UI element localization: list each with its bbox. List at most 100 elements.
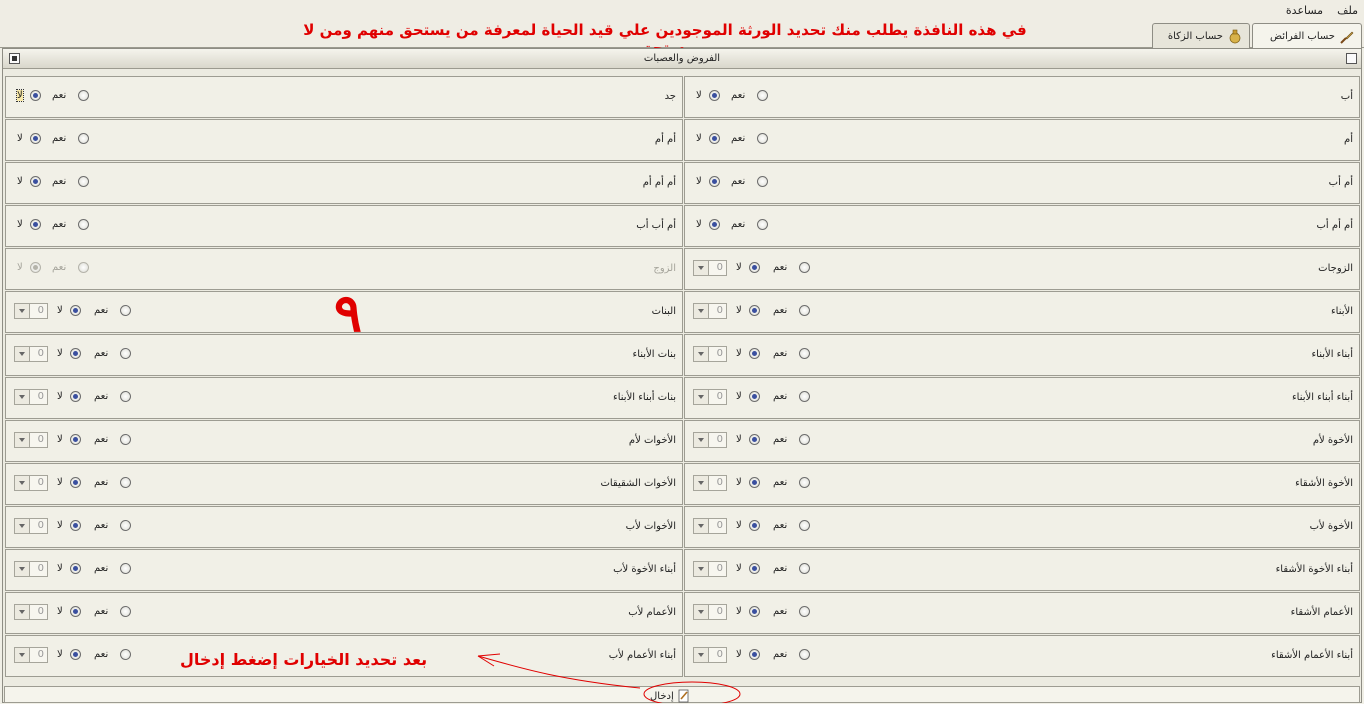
no-radio[interactable]: [749, 606, 760, 617]
count-dropdown[interactable]: 0: [693, 389, 727, 405]
yes-radio[interactable]: [120, 391, 131, 402]
no-radio[interactable]: [30, 262, 41, 273]
no-radio[interactable]: [70, 434, 81, 445]
count-dropdown[interactable]: 0: [693, 432, 727, 448]
no-radio[interactable]: [30, 133, 41, 144]
no-radio[interactable]: [70, 520, 81, 531]
chevron-down-icon: [15, 304, 30, 318]
yes-radio[interactable]: [78, 133, 89, 144]
yes-radio[interactable]: [120, 649, 131, 660]
no-radio[interactable]: [709, 90, 720, 101]
no-radio[interactable]: [30, 219, 41, 230]
yes-radio[interactable]: [78, 262, 89, 273]
no-radio[interactable]: [749, 477, 760, 488]
no-radio[interactable]: [749, 391, 760, 402]
yes-radio[interactable]: [757, 90, 768, 101]
count-dropdown[interactable]: 0: [693, 647, 727, 663]
restore-button[interactable]: [9, 53, 20, 64]
panel-title: الفروض والعصبات: [643, 53, 721, 64]
no-radio[interactable]: [749, 434, 760, 445]
count-dropdown[interactable]: 0: [14, 303, 48, 319]
yes-label: نعم: [773, 305, 788, 316]
yes-radio[interactable]: [120, 520, 131, 531]
no-radio[interactable]: [749, 649, 760, 660]
no-radio[interactable]: [709, 133, 720, 144]
menu-file[interactable]: ملف: [1337, 4, 1358, 17]
no-radio[interactable]: [749, 348, 760, 359]
yes-radio[interactable]: [799, 262, 810, 273]
brush-icon: [1340, 31, 1354, 44]
no-radio[interactable]: [709, 176, 720, 187]
no-radio[interactable]: [749, 520, 760, 531]
heir-row: أبناء الأعمام الأشقاء 0 لا نعم: [684, 635, 1360, 677]
yes-radio[interactable]: [757, 176, 768, 187]
yes-radio[interactable]: [799, 606, 810, 617]
heir-row: الأخوات لأب 0 لا نعم: [5, 506, 683, 548]
count-dropdown[interactable]: 0: [14, 561, 48, 577]
yes-radio[interactable]: [78, 90, 89, 101]
no-radio[interactable]: [30, 176, 41, 187]
heir-row: الأخوة الأشقاء 0 لا نعم: [684, 463, 1360, 505]
yes-radio[interactable]: [799, 391, 810, 402]
yes-radio[interactable]: [120, 477, 131, 488]
count-value: 0: [37, 606, 44, 617]
maximize-button[interactable]: [1346, 53, 1357, 64]
count-dropdown[interactable]: 0: [14, 346, 48, 362]
count-dropdown[interactable]: 0: [14, 604, 48, 620]
heir-label: أم أم: [654, 134, 676, 145]
yes-radio[interactable]: [757, 219, 768, 230]
count-dropdown[interactable]: 0: [693, 561, 727, 577]
yes-radio[interactable]: [799, 434, 810, 445]
no-radio[interactable]: [70, 649, 81, 660]
count-dropdown[interactable]: 0: [14, 647, 48, 663]
no-radio[interactable]: [70, 348, 81, 359]
count-dropdown[interactable]: 0: [14, 432, 48, 448]
no-radio[interactable]: [709, 219, 720, 230]
count-dropdown[interactable]: 0: [693, 303, 727, 319]
count-dropdown[interactable]: 0: [14, 475, 48, 491]
no-radio[interactable]: [70, 477, 81, 488]
no-radio[interactable]: [70, 606, 81, 617]
yes-radio[interactable]: [120, 434, 131, 445]
menu-help[interactable]: مساعدة: [1286, 4, 1323, 17]
tab-inheritance[interactable]: حساب الفرائض: [1252, 23, 1362, 49]
no-radio[interactable]: [70, 563, 81, 574]
yes-radio[interactable]: [78, 219, 89, 230]
heir-row: جد لا نعم: [5, 76, 683, 118]
submit-button[interactable]: إدخال: [646, 688, 695, 704]
no-radio[interactable]: [70, 391, 81, 402]
submit-label: إدخال: [650, 690, 674, 702]
heir-row: الأخوات لأم 0 لا نعم: [5, 420, 683, 462]
count-dropdown[interactable]: 0: [14, 518, 48, 534]
heir-label: الأخوات لأم: [628, 435, 676, 446]
count-dropdown[interactable]: 0: [693, 518, 727, 534]
count-dropdown[interactable]: 0: [693, 604, 727, 620]
yes-radio[interactable]: [120, 606, 131, 617]
no-radio[interactable]: [749, 563, 760, 574]
count-dropdown[interactable]: 0: [693, 260, 727, 276]
yes-radio[interactable]: [799, 348, 810, 359]
yes-label: نعم: [773, 520, 788, 531]
yes-radio[interactable]: [757, 133, 768, 144]
no-radio[interactable]: [70, 305, 81, 316]
yes-radio[interactable]: [120, 348, 131, 359]
yes-radio[interactable]: [799, 563, 810, 574]
heir-row: بنات أبناء الأبناء 0 لا نعم: [5, 377, 683, 419]
panel-title-bar: الفروض والعصبات: [3, 49, 1361, 69]
no-label: لا: [57, 563, 63, 574]
yes-radio[interactable]: [799, 649, 810, 660]
count-dropdown[interactable]: 0: [693, 346, 727, 362]
no-radio[interactable]: [749, 262, 760, 273]
no-radio[interactable]: [30, 90, 41, 101]
no-radio[interactable]: [749, 305, 760, 316]
yes-radio[interactable]: [78, 176, 89, 187]
count-dropdown[interactable]: 0: [693, 475, 727, 491]
yes-radio[interactable]: [120, 305, 131, 316]
yes-radio[interactable]: [799, 477, 810, 488]
count-value: 0: [716, 305, 723, 316]
count-dropdown[interactable]: 0: [14, 389, 48, 405]
yes-radio[interactable]: [799, 520, 810, 531]
tab-zakat[interactable]: حساب الزكاة: [1152, 23, 1250, 48]
yes-radio[interactable]: [799, 305, 810, 316]
yes-radio[interactable]: [120, 563, 131, 574]
